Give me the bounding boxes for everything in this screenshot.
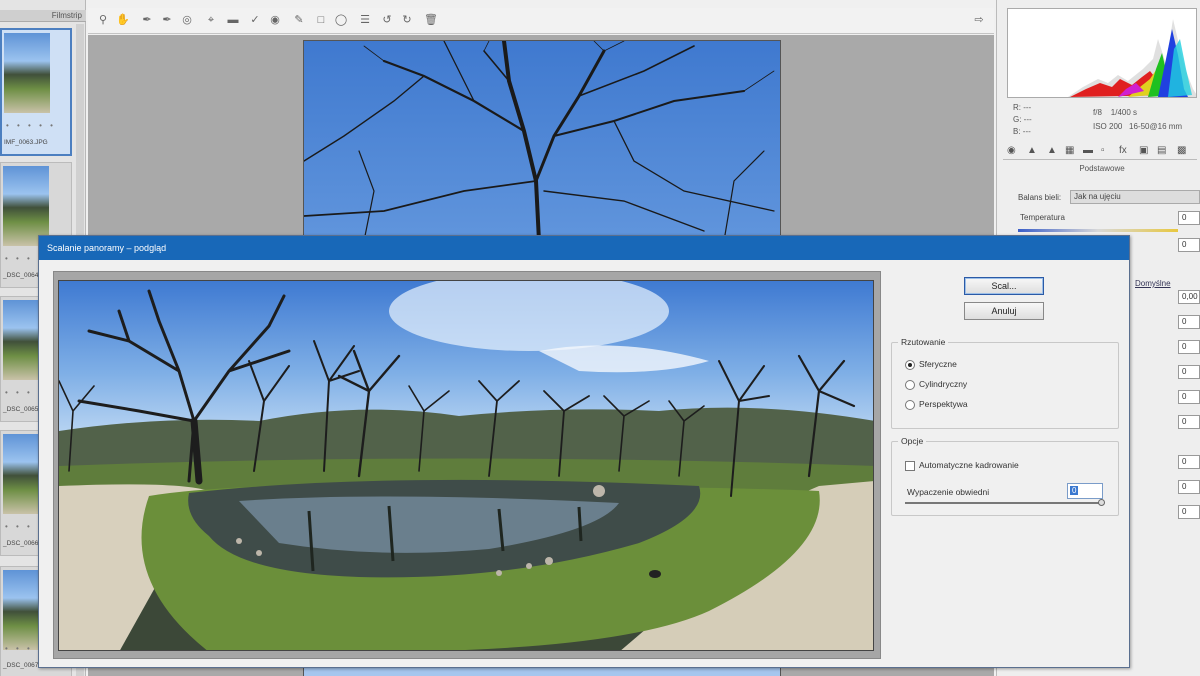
eyedropper-icon[interactable]: ✒ [140, 13, 154, 27]
projection-cylindrical[interactable]: Cylindryczny [905, 378, 967, 390]
projection-cylindrical-label: Cylindryczny [919, 379, 968, 389]
options-legend: Opcje [901, 436, 924, 446]
radial-filter-icon[interactable]: ◯ [334, 13, 348, 27]
boundary-warp-value[interactable]: 0 [1070, 486, 1079, 495]
auto-crop-label: Automatyczne kadrowanie [919, 460, 1019, 470]
panorama-preview [58, 280, 874, 651]
shadows-value[interactable]: 0 [1178, 365, 1200, 379]
tint-value[interactable]: 0 [1178, 238, 1200, 252]
thumbnail-image [3, 166, 49, 246]
fullscreen-icon[interactable]: ⇨ [972, 13, 986, 27]
white-balance-select[interactable]: Jak na ujęciu [1070, 190, 1200, 204]
highlights-value[interactable]: 0 [1178, 340, 1200, 354]
panorama-merge-dialog: Scalanie panoramy – podgląd Scal... Anul… [38, 235, 1130, 668]
boundary-warp-input[interactable]: 0 [1067, 483, 1103, 499]
auto-crop-checkbox[interactable]: Automatyczne kadrowanie [905, 459, 1019, 471]
boundary-warp-slider-thumb[interactable] [1098, 499, 1105, 506]
filmstrip-thumbnail-selected[interactable]: • • • • • IMF_0063.JPG [0, 28, 72, 156]
preferences-icon[interactable]: ☰ [358, 13, 372, 27]
dialog-title: Scalanie panoramy – podgląd [39, 236, 1129, 260]
white-balance-label: Balans bieli: [1018, 193, 1062, 202]
tab-effects-icon[interactable]: fx [1119, 145, 1127, 156]
thumbnail-image [3, 434, 39, 514]
camera-info: R: --- G: --- B: --- f/8 1/400 s ISO 200… [1007, 100, 1197, 138]
aperture-value: f/8 [1093, 108, 1102, 117]
projection-perspective[interactable]: Perspektywa [905, 398, 968, 410]
projection-legend: Rzutowanie [901, 337, 946, 347]
zoom-icon[interactable]: ⚲ [96, 13, 110, 27]
rating-dots: • • • • • [6, 121, 56, 130]
boundary-warp-slider[interactable] [905, 502, 1101, 504]
tab-split-toning-icon[interactable]: ▬ [1083, 145, 1093, 156]
tab-camera-calibration-icon[interactable]: ▣ [1139, 145, 1148, 156]
filmstrip-title: Filmstrip [51, 11, 82, 20]
spot-removal-icon[interactable]: ✓ [248, 13, 262, 27]
rotate-ccw-icon[interactable]: ↺ [380, 13, 394, 27]
tab-presets-icon[interactable]: ▤ [1157, 145, 1166, 156]
merge-button[interactable]: Scal... [964, 277, 1044, 295]
g-value: G: --- [1013, 115, 1032, 124]
histogram-graph [1068, 19, 1196, 97]
b-value: B: --- [1013, 127, 1031, 136]
crop-icon[interactable]: ⌖ [204, 13, 218, 27]
projection-perspective-label: Perspektywa [919, 399, 968, 409]
straighten-icon[interactable]: ▬ [226, 13, 240, 27]
hand-icon[interactable]: ✋ [116, 13, 130, 27]
saturation-value[interactable]: 0 [1178, 505, 1200, 519]
graduated-filter-icon[interactable]: □ [314, 13, 328, 27]
thumbnail-image [4, 33, 50, 113]
contrast-value[interactable]: 0 [1178, 315, 1200, 329]
blacks-value[interactable]: 0 [1178, 415, 1200, 429]
tab-tone-curve-icon[interactable]: ▲ [1027, 145, 1037, 156]
tab-basic-icon[interactable]: ◉ [1007, 145, 1016, 156]
thumbnail-filename: IMF_0063.JPG [4, 139, 48, 146]
whites-value[interactable]: 0 [1178, 390, 1200, 404]
radio-selected-icon[interactable] [905, 359, 915, 370]
tab-detail-icon[interactable]: ▲ [1047, 145, 1057, 156]
target-adjustment-icon[interactable]: ◎ [180, 13, 194, 27]
thumbnail-image [3, 300, 39, 380]
projection-spherical[interactable]: Sferyczne [905, 358, 957, 370]
adjustment-brush-icon[interactable]: ✎ [292, 13, 306, 27]
shutter-value: 1/400 s [1110, 108, 1138, 117]
tab-hsl-icon[interactable]: ▦ [1065, 145, 1074, 156]
tab-lens-icon[interactable]: ▫ [1101, 145, 1105, 156]
tool-bar: ⚲ ✋ ✒ ✒ ◎ ⌖ ▬ ✓ ◉ ✎ □ ◯ ☰ ↺ ↻ 🗑 ⇨ [88, 8, 994, 34]
exif-readout: f/8 1/400 s ISO 200 16-50@16 mm [1093, 106, 1182, 134]
projection-spherical-label: Sferyczne [919, 359, 957, 369]
boundary-warp-label: Wypaczenie obwiedni [907, 487, 990, 497]
options-group: Opcje [891, 436, 1119, 516]
panorama-preview-frame [53, 271, 881, 659]
iso-value: ISO 200 [1093, 122, 1123, 131]
temperature-label: Temperatura [1020, 213, 1065, 222]
panel-section-title: Podstawowe [1079, 164, 1125, 173]
r-value: R: --- [1013, 103, 1032, 112]
filmstrip-header: Filmstrip [0, 10, 86, 22]
checkbox-icon[interactable] [905, 460, 915, 471]
radio-icon[interactable] [905, 399, 915, 410]
red-eye-icon[interactable]: ◉ [268, 13, 282, 27]
rgb-readout: R: --- G: --- B: --- [1013, 102, 1032, 138]
clarity-value[interactable]: 0 [1178, 455, 1200, 469]
vibrance-value[interactable]: 0 [1178, 480, 1200, 494]
defaults-link[interactable]: Domyślne [1135, 279, 1171, 288]
trash-icon[interactable]: 🗑 [424, 13, 438, 27]
thumbnail-image [3, 570, 39, 650]
radio-icon[interactable] [905, 379, 915, 390]
rotate-cw-icon[interactable]: ↻ [400, 13, 414, 27]
temperature-value[interactable]: 0 [1178, 211, 1200, 225]
cancel-button[interactable]: Anuluj [964, 302, 1044, 320]
panorama-scene [59, 281, 873, 650]
temperature-slider[interactable] [1018, 229, 1178, 232]
tab-snapshots-icon[interactable]: ▩ [1177, 145, 1186, 156]
tree-silhouette [304, 41, 775, 243]
panel-tabs: ◉ ▲ ▲ ▦ ▬ ▫ fx ▣ ▤ ▩ [1003, 144, 1197, 160]
histogram [1007, 8, 1197, 98]
exposure-value[interactable]: 0,00 [1178, 290, 1200, 304]
color-sampler-icon[interactable]: ✒ [160, 13, 174, 27]
lens-value: 16-50@16 mm [1129, 122, 1183, 131]
